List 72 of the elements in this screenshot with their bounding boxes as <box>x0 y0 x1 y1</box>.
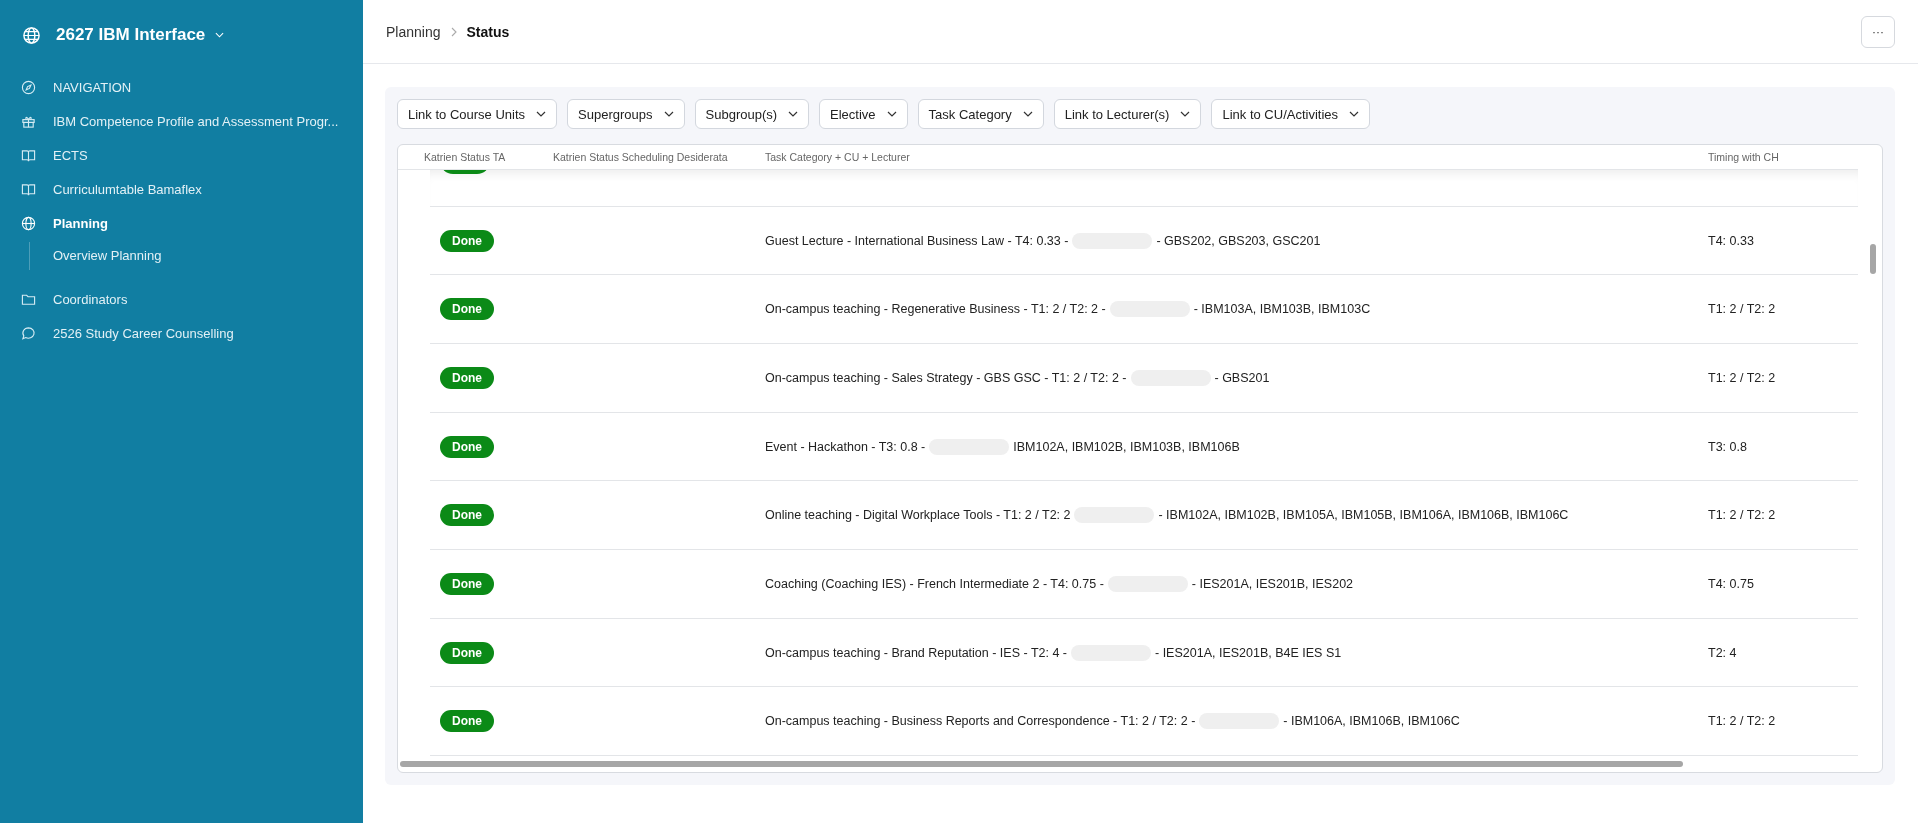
table-cell: T4: 0.33 <box>1708 233 1754 248</box>
compass-icon <box>21 79 36 95</box>
sidebar-item[interactable]: ECTS <box>0 138 363 172</box>
table-cell-text: - GBS201 <box>1214 370 1270 385</box>
table-cell-text: - IBM103A, IBM103B, IBM103C <box>1193 302 1371 317</box>
table-cell-text: - IBM106A, IBM106B, IBM106C <box>1283 714 1460 729</box>
table-cell-text: On-campus teaching - Sales Strategy - GBS GSC - T1: 2 / T2: 2 - <box>765 370 1127 385</box>
table-cell: T3: 0.8 <box>1708 439 1747 454</box>
table-cell-text: - IBM102A, IBM102B, IBM105A, IBM105B, IBM106A, IBM106B, IBM106C <box>1158 508 1569 523</box>
sidebar-item[interactable]: Curriculumtable Bamaflex <box>0 172 363 206</box>
table-cell: T1: 2 / T2: 2 <box>1708 714 1776 729</box>
table-cell: T2: 4 <box>1708 645 1737 660</box>
status-pill: Done <box>440 504 494 527</box>
book-icon <box>21 181 36 197</box>
table-cell-text: - IES201A, IES201B, IES202 <box>1191 576 1354 591</box>
sidebar-item[interactable]: 2526 Study Career Counselling <box>0 316 363 350</box>
filter-dropdown[interactable]: Elective <box>819 99 908 129</box>
chevron-down-icon <box>1022 111 1033 117</box>
table-cell-text: IBM102A, IBM102B, IBM103B, IBM106B <box>1013 439 1240 454</box>
chevron-down-icon <box>536 111 547 117</box>
table-cell-text: Online teaching - Digital Workplace Tools - T1: 2 / T2: 2 <box>765 508 1071 523</box>
globe-icon <box>21 215 36 231</box>
scrollbar-thumb[interactable] <box>1870 244 1876 274</box>
breadcrumb-link[interactable]: Planning <box>386 23 441 40</box>
table-cell-text: On-campus teaching - Brand Reputation - IES - T2: 4 - <box>765 645 1067 660</box>
filter-dropdown[interactable]: Supergroups <box>567 99 685 129</box>
column-header[interactable]: Timing with CH <box>1708 150 1858 163</box>
chevron-right-icon <box>450 26 457 37</box>
filter-dropdown[interactable]: Link to CU/Activities <box>1211 99 1371 129</box>
filter-dropdown[interactable]: Task Category <box>917 99 1044 129</box>
status-pill: Done <box>440 298 494 321</box>
more-button[interactable]: ··· <box>1861 15 1895 48</box>
globe-icon <box>22 25 41 45</box>
column-header[interactable]: Katrien Status Scheduling Desiderata <box>553 150 765 163</box>
chevron-down-icon <box>886 111 897 117</box>
sidebar-item[interactable]: Coordinators <box>0 282 363 316</box>
status-pill: Done <box>440 366 494 389</box>
column-header[interactable]: Task Category + CU + Lecturer <box>765 150 1708 163</box>
status-pill: Done <box>440 572 494 595</box>
filter-dropdown[interactable]: Link to Lecturer(s) <box>1053 99 1202 129</box>
chevron-down-icon <box>1349 111 1360 117</box>
filter-dropdown[interactable]: Link to Course Units <box>397 99 558 129</box>
sidebar-item[interactable]: Planning <box>0 206 363 240</box>
sidebar-item[interactable]: IBM Competence Profile and Assessment Progr... <box>0 104 363 138</box>
status-pill: Done <box>440 710 494 733</box>
table-cell-text: - GBS202, GBS203, GSC201 <box>1156 233 1321 248</box>
page-title: Status <box>466 23 510 40</box>
book-icon <box>21 147 36 163</box>
table-cell: T1: 2 / T2: 2 <box>1708 370 1776 385</box>
chevron-down-icon <box>1180 111 1191 117</box>
scrollbar-thumb[interactable] <box>400 761 1683 768</box>
table-cell: T1: 2 / T2: 2 <box>1708 302 1776 317</box>
table-cell-text: Guest Lecture - International Business Law - T4: 0.33 - <box>765 233 1069 248</box>
table-cell-text: Event - Hackathon - T3: 0.8 - <box>765 439 926 454</box>
table-cell: T4: 0.75 <box>1708 576 1754 591</box>
column-header[interactable]: Katrien Status TA <box>398 150 553 163</box>
table-cell: T1: 2 / T2: 2 <box>1708 508 1776 523</box>
chevron-down-icon <box>663 111 674 117</box>
chat-icon <box>21 325 36 341</box>
table-cell-text: On-campus teaching - Business Reports and Correspondence - T1: 2 / T2: 2 - <box>765 714 1196 729</box>
table-cell-text: On-campus teaching - Regenerative Business - T1: 2 / T2: 2 - <box>765 302 1106 317</box>
chevron-down-icon <box>788 111 799 117</box>
sidebar-subitem[interactable]: Overview Planning <box>30 242 363 270</box>
status-pill: Done <box>440 641 494 664</box>
table-cell-text: - IES201A, IES201B, B4E IES S1 <box>1155 645 1342 660</box>
workspace-title[interactable]: 2627 IBM Interface <box>56 25 206 45</box>
sidebar-item[interactable]: NAVIGATION <box>0 70 363 104</box>
table-cell-text: Coaching (Coaching IES) - French Intermediate 2 - T4: 0.75 - <box>765 576 1104 591</box>
status-pill: Done <box>440 435 494 458</box>
status-pill: Done <box>440 229 494 252</box>
filter-dropdown[interactable]: Subgroup(s) <box>694 99 810 129</box>
chevron-down-icon[interactable] <box>215 32 225 38</box>
